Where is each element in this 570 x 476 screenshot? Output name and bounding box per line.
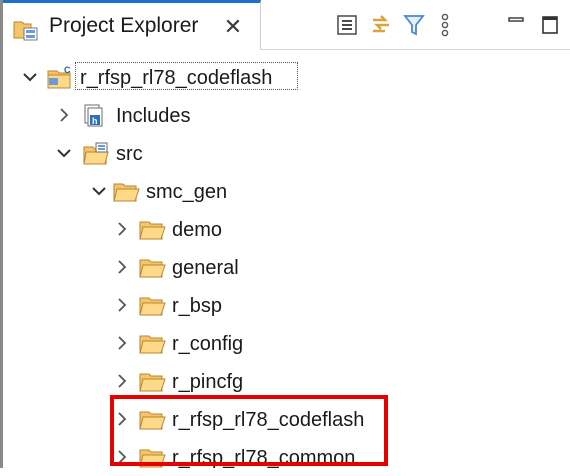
chevron-right-icon[interactable] xyxy=(54,104,74,126)
svg-text:C: C xyxy=(64,65,71,75)
project-tree: C r_rfsp_rl78_codeflash h Includes src s… xyxy=(0,50,570,469)
folder-icon xyxy=(138,330,166,356)
tree-item-r-pincfg[interactable]: r_pincfg xyxy=(0,362,570,400)
view-menu-button[interactable] xyxy=(431,11,459,39)
svg-text:h: h xyxy=(92,116,98,126)
tree-item-demo[interactable]: demo xyxy=(0,210,570,248)
tree-item-r-bsp[interactable]: r_bsp xyxy=(0,286,570,324)
link-with-editor-button[interactable] xyxy=(367,11,395,39)
folder-icon xyxy=(138,444,166,470)
c-project-icon: C xyxy=(46,64,74,90)
chevron-down-icon[interactable] xyxy=(89,180,109,202)
minimize-icon xyxy=(508,17,524,22)
tree-item-label: smc_gen xyxy=(146,181,228,203)
folder-icon xyxy=(138,292,166,318)
view-menu-icon xyxy=(441,13,449,37)
chevron-down-icon[interactable] xyxy=(20,66,40,88)
folder-icon xyxy=(138,406,166,432)
source-folder-icon xyxy=(82,140,110,166)
folder-icon xyxy=(112,178,140,204)
tree-item-project[interactable]: C r_rfsp_rl78_codeflash xyxy=(0,58,570,96)
folder-icon xyxy=(138,254,166,280)
maximize-button[interactable] xyxy=(536,11,564,39)
chevron-right-icon[interactable] xyxy=(112,370,132,392)
tree-item-general[interactable]: general xyxy=(0,248,570,286)
chevron-down-icon[interactable] xyxy=(54,142,74,164)
filter-icon xyxy=(403,15,425,36)
tab-project-explorer[interactable]: Project Explorer ✕ xyxy=(3,0,261,50)
maximize-icon xyxy=(542,16,558,34)
folder-icon xyxy=(138,216,166,242)
tree-item-r-rfsp-rl78-common[interactable]: r_rfsp_rl78_common xyxy=(0,438,570,476)
chevron-right-icon[interactable] xyxy=(112,332,132,354)
tree-item-includes[interactable]: h Includes xyxy=(0,96,570,134)
tree-item-r-config[interactable]: r_config xyxy=(0,324,570,362)
tree-item-label: src xyxy=(116,143,143,165)
chevron-right-icon[interactable] xyxy=(112,446,132,468)
collapse-all-button[interactable] xyxy=(333,11,361,39)
tree-item-label: r_rfsp_rl78_common xyxy=(172,447,356,469)
close-icon[interactable]: ✕ xyxy=(221,14,245,40)
tree-item-label: general xyxy=(172,257,239,279)
tree-item-label: r_rfsp_rl78_codeflash xyxy=(80,67,273,89)
filter-button[interactable] xyxy=(400,11,428,39)
project-explorer-icon xyxy=(13,17,39,41)
chevron-right-icon[interactable] xyxy=(112,294,132,316)
chevron-right-icon[interactable] xyxy=(112,408,132,430)
tab-title: Project Explorer xyxy=(49,14,199,37)
chevron-right-icon[interactable] xyxy=(112,218,132,240)
chevron-right-icon[interactable] xyxy=(112,256,132,278)
tree-item-label: r_pincfg xyxy=(172,371,244,393)
project-explorer-view: Project Explorer ✕ C r_rfsp_rl78_codefla… xyxy=(0,0,570,469)
collapse-all-icon xyxy=(337,15,357,35)
minimize-button[interactable] xyxy=(502,11,530,39)
tree-item-label: Includes xyxy=(116,105,191,127)
link-with-editor-icon xyxy=(373,15,389,33)
tree-item-label: r_bsp xyxy=(172,295,223,317)
view-header: Project Explorer ✕ xyxy=(3,0,570,50)
tree-item-r-rfsp-rl78-codeflash[interactable]: r_rfsp_rl78_codeflash xyxy=(0,400,570,438)
folder-icon xyxy=(138,368,166,394)
tree-item-src[interactable]: src xyxy=(0,134,570,172)
tree-item-label: r_rfsp_rl78_codeflash xyxy=(172,409,365,431)
tree-item-smc-gen[interactable]: smc_gen xyxy=(0,172,570,210)
tree-item-label: r_config xyxy=(172,333,244,355)
tree-item-label: demo xyxy=(172,219,223,241)
includes-icon: h xyxy=(82,102,110,128)
